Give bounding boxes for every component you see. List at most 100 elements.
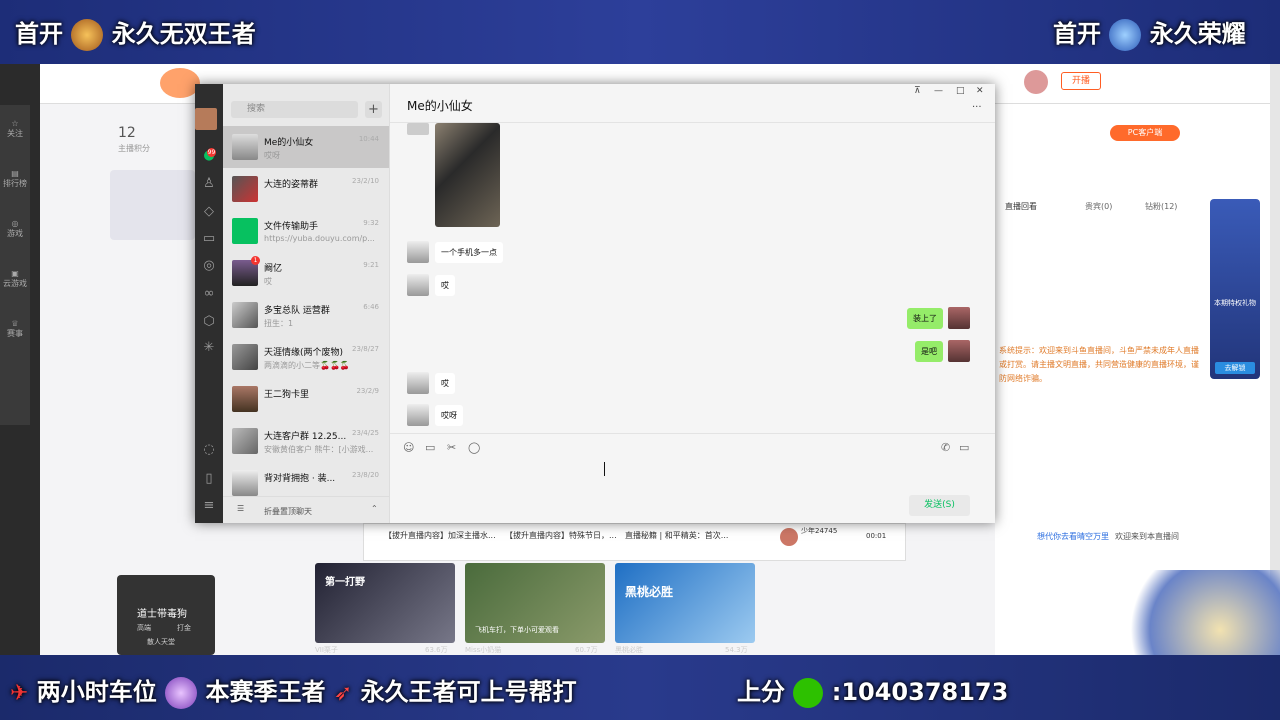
minimize-icon[interactable]: — [934, 86, 943, 96]
conversation-item[interactable]: 1 阚亿 哎 9:21 [223, 252, 389, 294]
contact-time: 9:21 [363, 261, 379, 269]
overlay-text: 永久王者可上号帮打 [360, 678, 577, 706]
host-avatar-card[interactable] [110, 170, 195, 240]
mini-time: 00:01 [866, 532, 887, 540]
video-call-icon[interactable]: ▭ [959, 441, 969, 454]
contact-preview: 安徽黄伯客户 熊牛：[小游戏... [264, 445, 374, 454]
host-score-value: 12 [118, 125, 136, 141]
add-chat-button[interactable]: + [365, 101, 382, 118]
overlay-text: 永久无双王者 [111, 20, 256, 48]
unread-badge: 1 [251, 256, 260, 265]
thumb-name: Miss小奶猫 [465, 646, 502, 654]
message-bubble-me: 是吧 [915, 341, 943, 362]
unread-badge: 99 [207, 148, 216, 157]
message-area[interactable]: 一个手机多一点 哎 装上了 是吧 哎 哎呀 [390, 122, 995, 432]
thumb-count: 63.6万 [425, 646, 448, 654]
chat-title: Me的小仙女 [407, 99, 473, 113]
wechat-sidebar: ● 99 ♙ ◇ ▭ ◎ ∞ ⬡ ✳ ◌ ▯ ≡ [195, 84, 223, 523]
unlock-button[interactable]: 去解锁 [1215, 362, 1255, 374]
viewer-avatar [780, 528, 798, 546]
contacts-icon[interactable]: ♙ [201, 176, 217, 192]
contact-avatar [232, 386, 258, 412]
tab-live-replay[interactable]: 直播回看 [1005, 201, 1037, 212]
overlay-top-right: 首开 永久荣耀 [1053, 14, 1246, 51]
conversation-item[interactable]: 大连的姿蒂群 23/2/10 [223, 168, 389, 210]
contact-avatar [232, 470, 258, 496]
open-live-button[interactable]: 开播 [1061, 72, 1101, 90]
chat-history-icon[interactable]: ◯ [468, 441, 480, 454]
thumb-count: 60.7万 [575, 646, 598, 654]
strip-item[interactable]: 【拔升直播内容】特殊节日，... [505, 530, 617, 541]
conversation-item[interactable]: 大连客户群 12.25... 安徽黄伯客户 熊牛：[小游戏... 23/4/25 [223, 420, 389, 462]
contact-name: 王二狗卡里 [264, 390, 310, 400]
wechat-logo-icon [793, 678, 824, 708]
contact-preview: 哎呀 [264, 151, 280, 160]
nav-follow[interactable]: ☆ 关注 [0, 105, 30, 155]
phone-icon[interactable]: ▯ [201, 471, 217, 487]
tab-right-1[interactable]: 钻粉(12) [1145, 201, 1177, 212]
strip-item[interactable]: 【拔升直播内容】加深主播水... [384, 530, 496, 541]
contact-avatar [232, 134, 258, 160]
my-avatar[interactable] [195, 108, 217, 130]
ssr-gift-label: 本期特权礼物 [1214, 299, 1256, 307]
maximize-icon[interactable]: □ [956, 86, 965, 96]
contact-name: 阚亿 [264, 264, 283, 274]
folder-icon[interactable]: ▭ [201, 231, 217, 247]
contact-preview: 扭生：1 [264, 319, 294, 328]
search-icon[interactable]: ✳ [201, 340, 217, 356]
video-thumbnail[interactable]: 第一打野 [315, 563, 455, 643]
scissors-icon[interactable]: ✂ [447, 441, 456, 454]
pc-client-button[interactable]: PC客户端 [1110, 125, 1180, 141]
video-strip: 【拔升直播内容】加深主播水... 【拔升直播内容】特殊节日，... 直播秘籍 |… [363, 523, 906, 561]
pin-icon[interactable]: ⊼ [914, 86, 921, 96]
favorites-icon[interactable]: ◇ [201, 204, 217, 220]
nav-games[interactable]: ◎ 游戏 [0, 205, 30, 255]
search-input[interactable]: 搜索 [231, 101, 358, 118]
promo-card[interactable]: 道士带毒狗 高端 打金 散人天堂 [117, 575, 215, 655]
folded-chats-bar[interactable]: ☰ 折叠置顶聊天 ⌃ [223, 496, 389, 523]
image-message[interactable] [435, 123, 500, 227]
overlay-text: :1040378173 [831, 678, 1009, 706]
jet-icon: ✈ [10, 681, 29, 706]
gift-side-panel[interactable] [1210, 199, 1260, 379]
send-button[interactable]: 发送(S) [909, 495, 970, 516]
nav-cloud-games[interactable]: ▣ 云游戏 [0, 255, 30, 305]
user-avatar[interactable] [1024, 70, 1048, 94]
contact-preview: 两滴滴的小二等🍒🍒🍒 [264, 361, 350, 370]
mobile-icon[interactable]: ◌ [201, 442, 217, 458]
more-icon[interactable]: ··· [972, 102, 982, 113]
contact-name: 多宝总队 运营群 [264, 306, 330, 316]
list-icon: ☰ [237, 504, 245, 513]
conversation-item[interactable]: Me的小仙女 哎呀 10:44 [223, 126, 389, 168]
contact-name: 大连客户群 12.25... [264, 432, 347, 442]
emoji-icon[interactable]: ☺ [403, 441, 414, 454]
video-thumbnail[interactable]: 飞机车打，下单小可爱观看 [465, 563, 605, 643]
nav-rank[interactable]: ▤ 排行榜 [0, 155, 30, 205]
channels-icon[interactable]: ∞ [201, 286, 217, 302]
conversation-item[interactable]: 文件传输助手 https://yuba.douyu.com/p... 9:32 [223, 210, 389, 252]
sender-avatar [407, 372, 429, 394]
page-scrollbar[interactable] [1270, 64, 1280, 655]
nav-events[interactable]: ♕ 赛事 [0, 305, 30, 355]
host-score-label: 主播积分 [118, 144, 150, 153]
conversation-item[interactable]: 天涯情缘(两个废物) 两滴滴的小二等🍒🍒🍒 23/8/27 [223, 336, 389, 378]
conversation-item[interactable]: 多宝总队 运营群 扭生：1 6:46 [223, 294, 389, 336]
chat-username[interactable]: 想代你去看晴空万里 [1037, 531, 1109, 542]
promo-tag: 高端 [137, 624, 151, 632]
message-input[interactable] [390, 461, 995, 491]
overlay-text: 上分 [737, 678, 785, 706]
conversation-item[interactable]: 王二狗卡里 23/2/9 [223, 378, 389, 420]
moments-icon[interactable]: ◎ [201, 258, 217, 274]
menu-icon[interactable]: ≡ [201, 498, 217, 514]
voice-call-icon[interactable]: ✆ [941, 441, 950, 454]
close-icon[interactable]: ✕ [976, 86, 984, 96]
sender-avatar [407, 123, 429, 135]
folder-icon[interactable]: ▭ [425, 441, 435, 454]
contact-name: 背对背拥抱 · 装... [264, 474, 336, 484]
mini-username: 少年24745 [801, 527, 838, 535]
conversation-item[interactable]: 背对背拥抱 · 装... 23/8/20 [223, 462, 389, 496]
video-thumbnail[interactable]: 黑桃必胜 [615, 563, 755, 643]
tab-right-0[interactable]: 贵宾(0) [1085, 201, 1112, 212]
miniprogram-icon[interactable]: ⬡ [201, 314, 217, 330]
strip-item[interactable]: 直播秘籍 | 和平精英：首次... [625, 530, 728, 541]
